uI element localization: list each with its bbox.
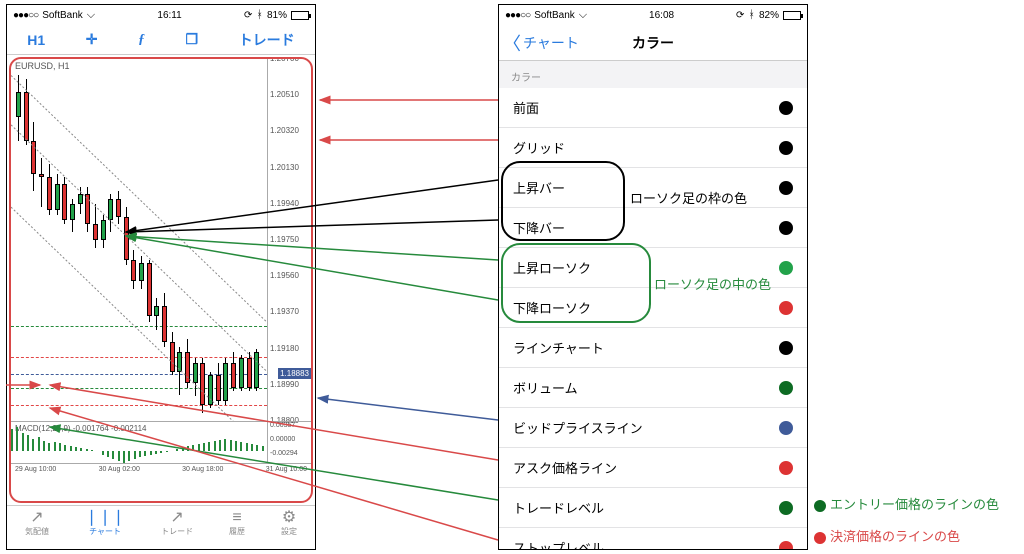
- color-row-9[interactable]: アスク価格ライン: [499, 448, 807, 488]
- carrier-label: SoftBank: [42, 10, 83, 21]
- signal-icon: ●●●○○: [505, 10, 530, 21]
- status-bar: ●●●○○ SoftBank ⌵ 16:08 ⟳ ᚼ 82%: [499, 5, 807, 25]
- tab-label: 気配値: [25, 526, 49, 537]
- macd-axis: 0.003570.00000-0.00294: [267, 422, 311, 463]
- color-swatch: [779, 341, 793, 355]
- nav-bar: 〈 チャート カラー: [499, 25, 807, 61]
- tab-2[interactable]: ↗トレード: [161, 510, 193, 549]
- color-row-0[interactable]: 前面: [499, 88, 807, 128]
- portrait-lock-icon: ⟳: [736, 10, 744, 21]
- color-swatch: [779, 141, 793, 155]
- status-time: 16:08: [649, 10, 674, 21]
- color-row-6[interactable]: ラインチャート: [499, 328, 807, 368]
- battery-pct: 81%: [267, 10, 287, 21]
- section-header: カラー: [499, 61, 807, 88]
- color-row-label: 上昇ローソク: [513, 258, 591, 277]
- back-label: チャート: [523, 33, 579, 53]
- tab-bar: ↗気配値❘❘❘チャート↗トレード≡履歴⚙設定: [7, 505, 315, 549]
- battery-icon: [783, 11, 801, 20]
- tab-icon: ↗: [30, 510, 43, 526]
- wifi-icon: ⌵: [87, 9, 95, 22]
- time-axis: 29 Aug 10:0030 Aug 02:0030 Aug 18:0031 A…: [11, 463, 311, 479]
- color-swatch: [779, 501, 793, 515]
- annotation-exit-line: 決済価格のラインの色: [814, 526, 960, 545]
- price-axis: 1.207001.205101.203201.201301.199401.197…: [267, 59, 311, 421]
- chevron-left-icon: 〈: [503, 30, 521, 56]
- crosshair-icon[interactable]: ✛: [86, 31, 98, 48]
- tab-4[interactable]: ⚙設定: [281, 510, 297, 549]
- color-row-label: グリッド: [513, 138, 565, 157]
- macd-panel: MACD(12,26,9) -0.001764 -0.002114 0.0035…: [11, 421, 311, 463]
- color-swatch: [779, 221, 793, 235]
- annotation-candle-fill: ローソク足の中の色: [654, 274, 771, 293]
- phone-chart: ●●●○○ SoftBank ⌵ 16:11 ⟳ ᚼ 81% H1 ✛ ƒ ❐ …: [6, 4, 316, 550]
- bluetooth-icon: ᚼ: [256, 9, 263, 21]
- tab-icon: ↗: [170, 510, 183, 526]
- color-row-3[interactable]: 下降バー: [499, 208, 807, 248]
- color-row-label: ラインチャート: [513, 338, 604, 357]
- color-row-1[interactable]: グリッド: [499, 128, 807, 168]
- color-row-label: 前面: [513, 98, 539, 117]
- tab-icon: ❘❘❘: [85, 510, 125, 526]
- candlestick-region[interactable]: [11, 59, 267, 421]
- color-swatch: [779, 461, 793, 475]
- portrait-lock-icon: ⟳: [244, 10, 252, 21]
- battery-icon: [291, 11, 309, 20]
- status-time: 16:11: [157, 10, 181, 21]
- color-row-5[interactable]: 下降ローソク: [499, 288, 807, 328]
- color-row-label: ビッドプライスライン: [513, 418, 643, 437]
- color-swatch: [779, 541, 793, 550]
- trade-button[interactable]: トレード: [239, 30, 295, 50]
- status-bar: ●●●○○ SoftBank ⌵ 16:11 ⟳ ᚼ 81%: [7, 5, 315, 25]
- carrier-label: SoftBank: [534, 10, 575, 21]
- signal-icon: ●●●○○: [13, 10, 38, 21]
- color-row-label: アスク価格ライン: [513, 458, 617, 477]
- color-row-11[interactable]: ストップレベル: [499, 528, 807, 549]
- color-row-label: トレードレベル: [513, 498, 604, 517]
- macd-bars: [11, 422, 267, 463]
- annotation-entry-line: エントリー価格のラインの色: [814, 494, 999, 513]
- color-row-label: 下降ローソク: [513, 298, 591, 317]
- color-row-label: ボリューム: [513, 378, 578, 397]
- tab-label: 設定: [281, 526, 297, 537]
- chart-area[interactable]: EURUSD, H1 1.207001.205101.203201.201301…: [9, 57, 313, 503]
- color-swatch: [779, 381, 793, 395]
- color-swatch: [779, 101, 793, 115]
- battery-pct: 82%: [759, 10, 779, 21]
- tab-3[interactable]: ≡履歴: [229, 510, 245, 549]
- bluetooth-icon: ᚼ: [748, 9, 755, 21]
- tab-label: チャート: [89, 526, 121, 537]
- objects-icon[interactable]: ❐: [186, 31, 199, 48]
- tab-label: トレード: [161, 526, 193, 537]
- color-row-7[interactable]: ボリューム: [499, 368, 807, 408]
- annotation-candle-border: ローソク足の枠の色: [630, 188, 747, 207]
- chart-toolbar: H1 ✛ ƒ ❐ トレード: [7, 25, 315, 55]
- tab-icon: ⚙: [282, 510, 296, 526]
- tab-0[interactable]: ↗気配値: [25, 510, 49, 549]
- color-row-label: 下降バー: [513, 218, 565, 237]
- wifi-icon: ⌵: [579, 9, 587, 22]
- color-swatch: [779, 181, 793, 195]
- color-list[interactable]: 前面グリッド上昇バー下降バー上昇ローソク下降ローソクラインチャートボリュームビッ…: [499, 88, 807, 549]
- timeframe-button[interactable]: H1: [27, 32, 45, 48]
- color-swatch: [779, 301, 793, 315]
- color-row-label: 上昇バー: [513, 178, 565, 197]
- color-swatch: [779, 261, 793, 275]
- color-row-label: ストップレベル: [513, 538, 604, 549]
- color-row-10[interactable]: トレードレベル: [499, 488, 807, 528]
- back-button[interactable]: 〈 チャート: [499, 30, 579, 56]
- tab-label: 履歴: [229, 526, 245, 537]
- bid-price-badge: 1.18883: [278, 368, 311, 379]
- color-swatch: [779, 421, 793, 435]
- tab-icon: ≡: [232, 510, 241, 526]
- tab-1[interactable]: ❘❘❘チャート: [85, 510, 125, 549]
- color-row-8[interactable]: ビッドプライスライン: [499, 408, 807, 448]
- indicators-icon[interactable]: ƒ: [138, 32, 145, 48]
